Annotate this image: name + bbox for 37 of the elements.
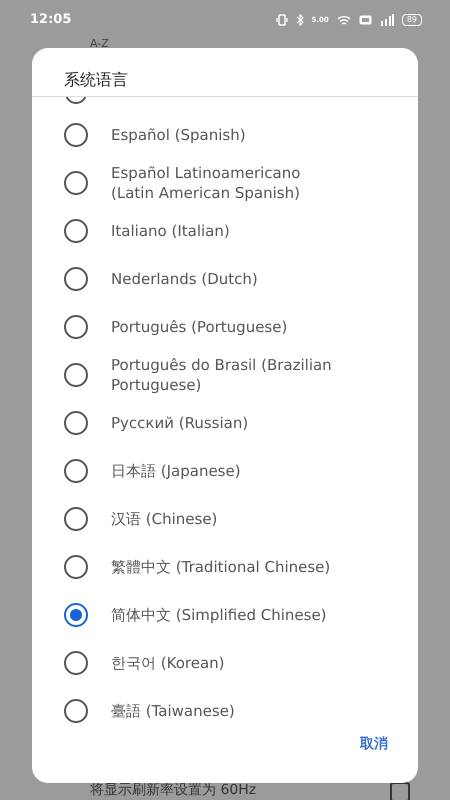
radio-button[interactable]: [64, 411, 88, 435]
language-option[interactable]: Português do Brasil (Brazilian Portuguese): [111, 355, 339, 395]
radio-button[interactable]: [64, 97, 88, 105]
radio-button[interactable]: [64, 123, 88, 147]
hd-icon: [358, 15, 372, 25]
language-option[interactable]: Nederlands (Dutch): [111, 269, 258, 289]
radio-button[interactable]: [64, 555, 88, 579]
radio-button[interactable]: [64, 651, 88, 675]
bluetooth-icon: [296, 14, 304, 26]
battery-level: 89: [402, 14, 422, 26]
language-option[interactable]: 臺語 (Taiwanese): [111, 701, 235, 721]
language-option[interactable]: Português (Portuguese): [111, 317, 288, 337]
radio-button[interactable]: [64, 171, 88, 195]
radio-button[interactable]: [64, 507, 88, 531]
language-option[interactable]: 简体中文 (Simplified Chinese): [111, 605, 327, 625]
language-option[interactable]: Español Latinoamericano (Latin American Spanish): [111, 163, 339, 203]
radio-button[interactable]: [64, 603, 88, 627]
signal-icon: [380, 14, 394, 26]
radio-button[interactable]: [64, 363, 88, 387]
language-option[interactable]: 한국어 (Korean): [111, 653, 225, 673]
radio-button[interactable]: [64, 699, 88, 723]
language-option[interactable]: 繁體中文 (Traditional Chinese): [111, 557, 330, 577]
sort-label: A-Z: [90, 36, 109, 52]
language-option[interactable]: Русский (Russian): [111, 413, 248, 433]
language-option[interactable]: 汉语 (Chinese): [111, 509, 218, 529]
radio-button[interactable]: [64, 459, 88, 483]
language-option[interactable]: 日本語 (Japanese): [111, 461, 241, 481]
radio-button[interactable]: [64, 315, 88, 339]
dialog-title: 系统语言: [63, 69, 129, 91]
cancel-button[interactable]: 取消: [360, 734, 388, 755]
radio-button[interactable]: [64, 219, 88, 243]
status-time: 12:05: [30, 11, 72, 30]
wifi-icon: [336, 14, 351, 26]
radio-button[interactable]: [64, 267, 88, 291]
language-option[interactable]: Italiano (Italian): [111, 221, 230, 241]
language-option[interactable]: Español (Spanish): [111, 125, 246, 145]
vibrate-icon: [276, 14, 288, 26]
